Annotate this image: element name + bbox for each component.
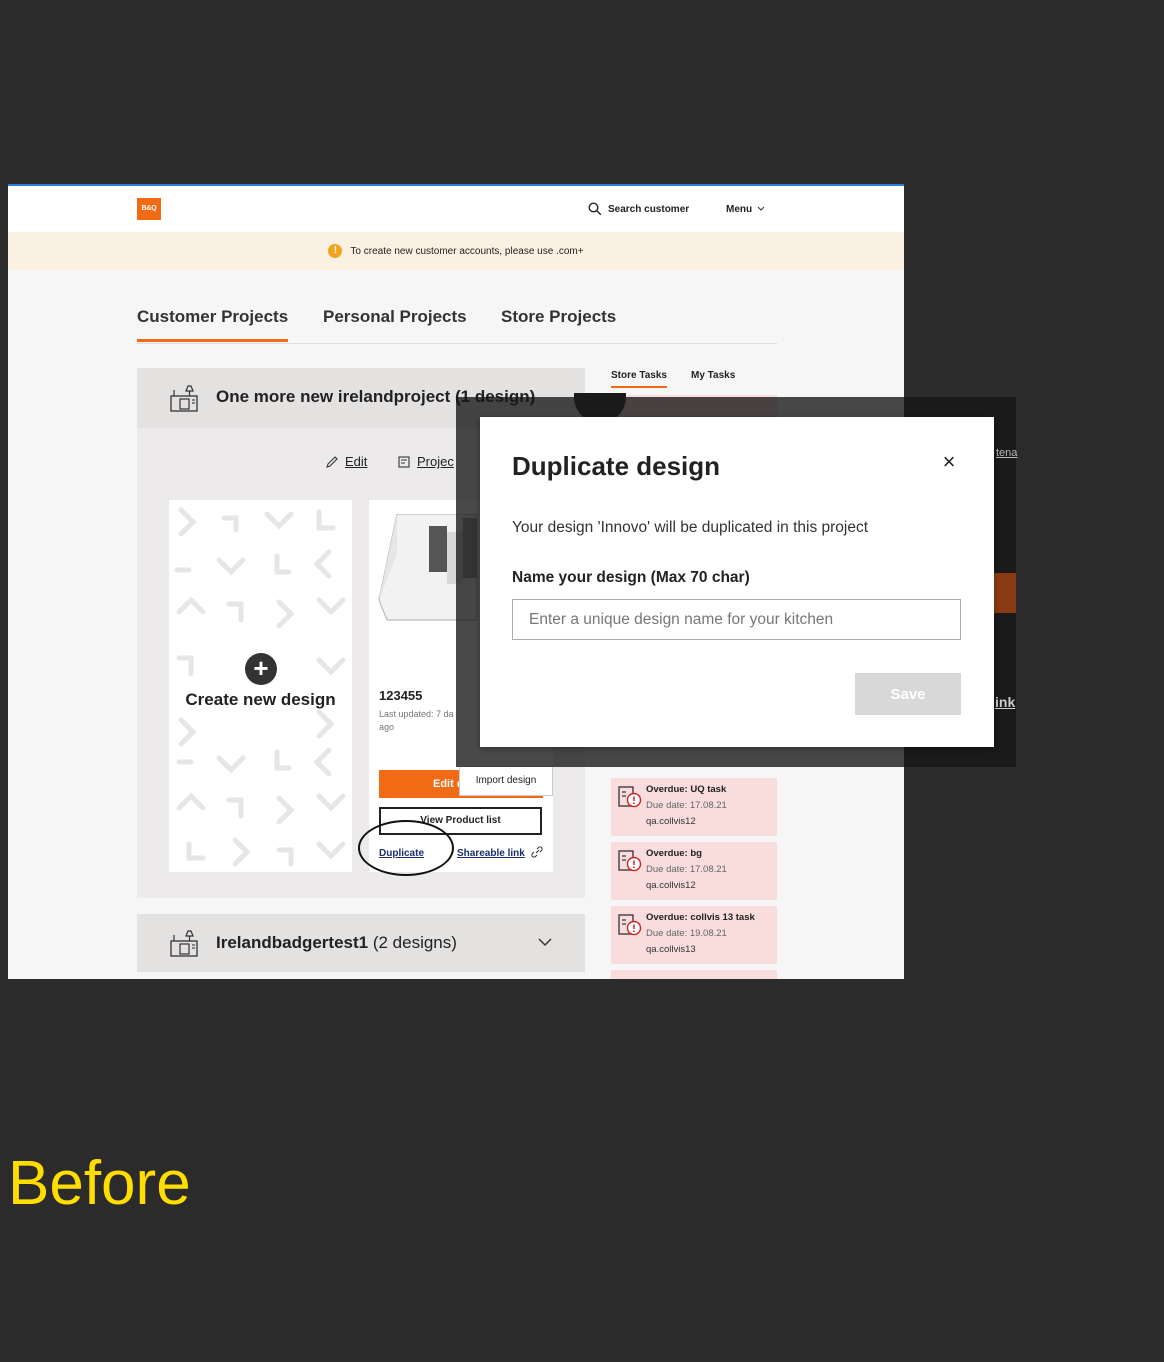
shareable-link[interactable]: Shareable link bbox=[457, 848, 525, 859]
design-name-input[interactable] bbox=[512, 599, 961, 640]
kitchen-icon bbox=[170, 930, 198, 957]
search-customer-button[interactable]: Search customer bbox=[588, 201, 689, 217]
modal-title: Duplicate design bbox=[512, 451, 721, 481]
project-details-label: Projec bbox=[417, 454, 454, 469]
link-icon bbox=[531, 846, 543, 858]
menu-label: Menu bbox=[726, 203, 753, 215]
create-new-design-card[interactable]: + Create new design bbox=[169, 500, 352, 872]
save-button[interactable]: Save bbox=[855, 673, 961, 715]
pencil-icon bbox=[326, 455, 338, 468]
task-due-date: Due date: 17.08.21 bbox=[646, 864, 727, 875]
task-title: Overdue: collvis 13 task bbox=[646, 912, 755, 923]
tab-store-projects[interactable]: Store Projects bbox=[501, 307, 616, 339]
project-title-count: (2 designs) bbox=[368, 933, 457, 952]
close-icon[interactable]: × bbox=[938, 450, 960, 474]
task-title: Overdue: UQ task bbox=[646, 784, 727, 795]
notice-text: To create new customer accounts, please … bbox=[350, 245, 584, 257]
overdue-task-icon bbox=[618, 786, 642, 808]
bq-logo[interactable]: B&Q bbox=[137, 198, 161, 220]
overdue-task-icon bbox=[618, 850, 642, 872]
top-bar: B&Q Search customer Menu bbox=[8, 186, 904, 232]
task-card[interactable] bbox=[611, 970, 777, 979]
search-customer-label: Search customer bbox=[608, 203, 690, 215]
decorative-pattern bbox=[174, 507, 346, 867]
menu-button[interactable]: Menu bbox=[726, 201, 766, 217]
tab-customer-projects[interactable]: Customer Projects bbox=[137, 307, 289, 342]
search-icon bbox=[588, 202, 602, 216]
task-user: qa.collvis13 bbox=[646, 944, 696, 955]
project-row-irelandbadgertest1[interactable]: Irelandbadgertest1 (2 designs) bbox=[137, 914, 585, 972]
chevron-down-icon[interactable] bbox=[537, 936, 553, 948]
document-icon bbox=[398, 455, 410, 468]
caption-before: Before bbox=[8, 1149, 191, 1218]
orange-button-sliver bbox=[994, 573, 1016, 613]
duplicate-design-modal: Duplicate design × Your design 'Innovo' … bbox=[480, 417, 994, 747]
design-name-label: Name your design (Max 70 char) bbox=[512, 569, 750, 586]
modal-description: Your design 'Innovo' will be duplicated … bbox=[512, 519, 869, 536]
tab-personal-projects[interactable]: Personal Projects bbox=[323, 307, 467, 339]
obscured-link-text: ink bbox=[995, 694, 1016, 710]
task-card[interactable]: Overdue: bg Due date: 17.08.21 qa.collvi… bbox=[611, 842, 777, 900]
import-design-option[interactable]: Import design bbox=[459, 766, 553, 796]
task-user: qa.collvis12 bbox=[646, 816, 696, 827]
edit-project-label: Edit bbox=[345, 454, 368, 469]
task-due-date: Due date: 17.08.21 bbox=[646, 800, 727, 811]
design-name: 123455 bbox=[379, 688, 423, 703]
project-details-link[interactable]: Projec bbox=[397, 454, 454, 469]
tab-store-tasks[interactable]: Store Tasks bbox=[611, 370, 667, 388]
obscured-link-text: tena bbox=[996, 447, 1018, 459]
edit-project-link[interactable]: Edit bbox=[325, 454, 367, 469]
task-due-date: Due date: 19.08.21 bbox=[646, 928, 727, 939]
create-new-design-label: Create new design bbox=[185, 690, 336, 709]
task-title: Overdue: bg bbox=[646, 848, 702, 859]
project-title-bold: Irelandbadgertest1 bbox=[216, 933, 369, 952]
project-title: Irelandbadgertest1 (2 designs) bbox=[216, 933, 457, 953]
warning-icon: ! bbox=[328, 244, 343, 258]
task-user: qa.collvis12 bbox=[646, 880, 696, 891]
tab-my-tasks[interactable]: My Tasks bbox=[691, 370, 735, 386]
annotation-circle bbox=[358, 820, 454, 876]
overdue-task-icon bbox=[618, 914, 642, 936]
chevron-down-icon bbox=[757, 206, 765, 211]
project-tabs: Customer Projects Personal Projects Stor… bbox=[137, 291, 777, 344]
notice-banner: ! To create new customer accounts, pleas… bbox=[8, 232, 904, 270]
task-card[interactable]: Overdue: UQ task Due date: 17.08.21 qa.c… bbox=[611, 778, 777, 836]
plus-icon: + bbox=[245, 653, 277, 685]
kitchen-icon bbox=[170, 385, 198, 412]
task-card[interactable]: Overdue: collvis 13 task Due date: 19.08… bbox=[611, 906, 777, 964]
